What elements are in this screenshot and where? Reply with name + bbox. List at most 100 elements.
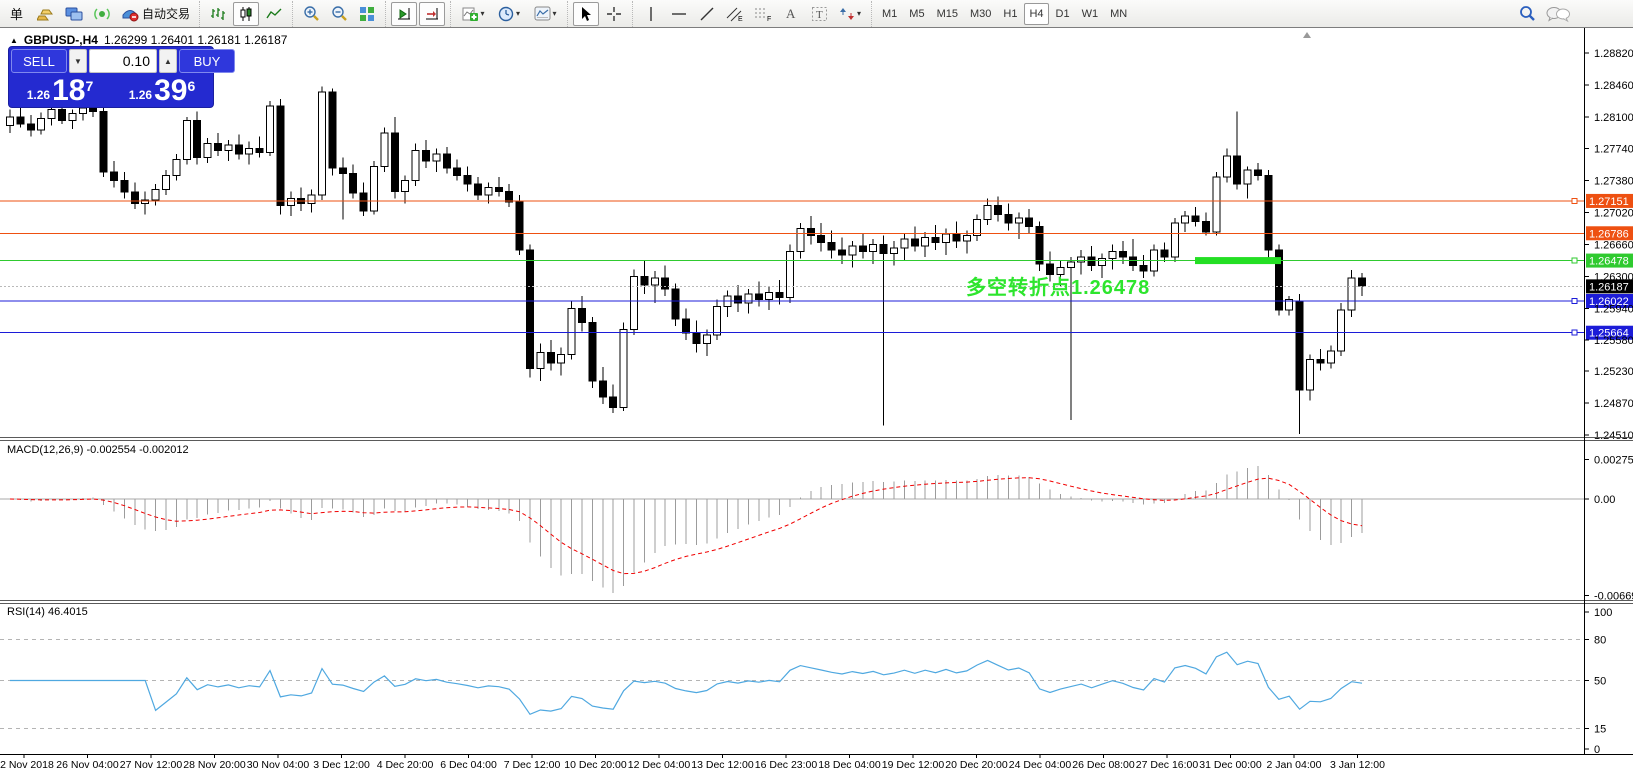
horizontal-line-button[interactable] — [666, 2, 692, 26]
volume-input[interactable] — [89, 49, 157, 73]
candle — [495, 188, 502, 192]
candle — [745, 294, 752, 303]
funds-button[interactable] — [33, 2, 59, 26]
price-tick-label: 1.27020 — [1594, 208, 1633, 220]
new-order-button[interactable]: 单 — [5, 2, 31, 26]
signals-button[interactable] — [89, 2, 115, 26]
zoom-in-button[interactable] — [298, 2, 324, 26]
pivot-zone-highlight[interactable] — [1195, 257, 1281, 264]
text-label-button[interactable]: T — [806, 2, 832, 26]
timeframe-w1-button[interactable]: W1 — [1077, 3, 1104, 25]
templates-button[interactable]: ▾ — [528, 2, 562, 26]
sell-price[interactable]: 1.26 18 7 — [11, 75, 109, 105]
line-handle[interactable] — [1572, 198, 1577, 203]
rsi-value: 46.4015 — [48, 606, 88, 618]
macd-values: -0.002554 -0.002012 — [86, 444, 188, 456]
line-chart-button[interactable] — [261, 2, 287, 26]
candle — [163, 175, 170, 189]
candle — [204, 143, 211, 157]
zoom-out-button[interactable] — [326, 2, 352, 26]
toolbar-group-timeframes: M1M5M15M30H1H4D1W1MN — [871, 1, 1137, 27]
timeframe-m15-button[interactable]: M15 — [932, 3, 963, 25]
timeframe-m5-button[interactable]: M5 — [904, 3, 929, 25]
search-button[interactable] — [1514, 2, 1540, 26]
price-tag-label: 1.27151 — [1589, 196, 1629, 208]
candle — [599, 381, 606, 397]
time-label: 2 Jan 04:00 — [1267, 759, 1322, 771]
candle — [797, 228, 804, 251]
price-tick-label: 1.25940 — [1594, 303, 1633, 315]
price-tick-label: 1.28820 — [1594, 48, 1633, 60]
timeframe-m1-button[interactable]: M1 — [877, 3, 902, 25]
toolbar-group-objects: ▾ ▾ ▾ — [450, 1, 567, 27]
timeframe-d1-button[interactable]: D1 — [1051, 3, 1075, 25]
timeframe-m30-button[interactable]: M30 — [965, 3, 996, 25]
equidistant-channel-button[interactable]: E — [722, 2, 748, 26]
candle — [27, 124, 34, 130]
candle — [1234, 156, 1241, 184]
chat-button[interactable] — [1542, 2, 1574, 26]
chart-shift-icon — [424, 6, 440, 22]
candle — [235, 145, 242, 154]
sell-button[interactable]: SELL — [11, 49, 67, 73]
text-button[interactable]: A — [778, 2, 804, 26]
time-label: 12 Dec 04:00 — [628, 759, 691, 771]
candle — [1348, 278, 1355, 310]
candle — [90, 108, 97, 112]
macd-axis-label: 0.00 — [1594, 494, 1615, 506]
candle — [891, 248, 898, 253]
collapse-icon[interactable]: ▲ — [10, 36, 18, 45]
candle — [412, 150, 419, 180]
volume-decrease-button[interactable]: ▼ — [69, 49, 87, 73]
candle — [776, 292, 783, 297]
chart-area[interactable]: 1.271511.267861.264781.260221.256641.261… — [0, 0, 1633, 775]
timeframe-h1-button[interactable]: H1 — [998, 3, 1022, 25]
candle — [246, 149, 253, 154]
candlestick-chart-button[interactable] — [233, 2, 259, 26]
periods-button[interactable]: ▾ — [492, 2, 526, 26]
candle — [818, 236, 825, 243]
autoscroll-button[interactable] — [391, 2, 417, 26]
vertical-line-button[interactable] — [638, 2, 664, 26]
tile-windows-button[interactable] — [354, 2, 380, 26]
volume-increase-button[interactable]: ▲ — [159, 49, 177, 73]
crosshair-icon — [606, 6, 622, 22]
arrows-button[interactable]: ▾ — [834, 2, 866, 26]
candle — [7, 117, 14, 126]
buy-button[interactable]: BUY — [179, 49, 235, 73]
svg-text:A: A — [786, 6, 796, 21]
candle — [79, 108, 86, 113]
candle — [402, 181, 409, 192]
candle — [308, 195, 315, 204]
chart-shift-button[interactable] — [419, 2, 445, 26]
sell-price-prefix: 1.26 — [27, 88, 50, 102]
autotrading-button[interactable]: 自动交易 — [117, 2, 194, 26]
candle — [516, 202, 523, 250]
crosshair-button[interactable] — [601, 2, 627, 26]
candle — [755, 294, 762, 299]
templates-dropdown-arrow: ▾ — [553, 9, 557, 18]
svg-text:F: F — [767, 16, 771, 22]
timeframe-h4-button[interactable]: H4 — [1024, 3, 1048, 25]
bar-chart-button[interactable] — [205, 2, 231, 26]
bar-chart-icon — [210, 6, 226, 22]
candle — [1015, 218, 1022, 223]
line-handle[interactable] — [1572, 298, 1577, 303]
candle — [963, 236, 970, 241]
terminals-button[interactable] — [61, 2, 87, 26]
indicators-button[interactable]: ▾ — [456, 2, 490, 26]
rsi-axis-label: 100 — [1594, 607, 1612, 619]
buy-price[interactable]: 1.26 39 6 — [113, 75, 211, 105]
fibonacci-button[interactable]: F — [750, 2, 776, 26]
line-handle[interactable] — [1572, 330, 1577, 335]
trendline-button[interactable] — [694, 2, 720, 26]
line-handle[interactable] — [1572, 258, 1577, 263]
rsi-line — [10, 652, 1362, 714]
indicators-dropdown-arrow: ▾ — [481, 9, 485, 18]
fibonacci-icon: F — [754, 6, 772, 22]
timeframe-mn-button[interactable]: MN — [1105, 3, 1132, 25]
candle — [911, 239, 918, 246]
candle — [880, 244, 887, 253]
price-tick-label: 1.28460 — [1594, 80, 1633, 92]
cursor-button[interactable] — [573, 2, 599, 26]
